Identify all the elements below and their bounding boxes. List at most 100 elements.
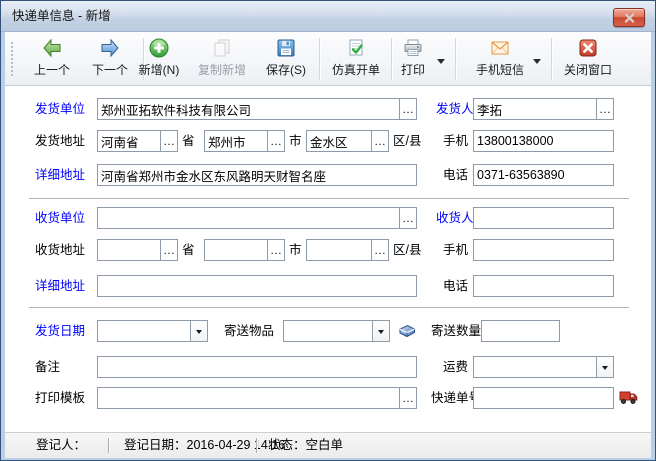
close-window-icon	[577, 36, 599, 60]
qty-label: 寄送数量	[431, 320, 481, 342]
simulate-check-icon	[345, 36, 367, 60]
sender-city-picker-button[interactable]: …	[267, 131, 284, 151]
receiver-person-label: 收货人	[436, 207, 474, 229]
regdate-label: 登记日期：	[124, 438, 187, 452]
receiver-unit-picker-button[interactable]: …	[399, 208, 416, 228]
freight-input[interactable]	[474, 357, 596, 377]
close-button[interactable]	[613, 8, 645, 27]
sender-person-input[interactable]	[474, 99, 596, 119]
close-icon	[624, 13, 635, 23]
save-icon	[275, 36, 297, 60]
print-dropdown-arrow[interactable]	[437, 59, 445, 68]
ship-date-input[interactable]	[98, 321, 190, 341]
new-button[interactable]: 新增(N)	[131, 36, 187, 83]
toolbar-separator	[455, 38, 456, 80]
sender-unit-picker-button[interactable]: …	[399, 99, 416, 119]
toolbar-separator	[391, 38, 392, 80]
registrant-label: 登记人：	[36, 438, 86, 452]
window-title: 快递单信息 - 新增	[12, 1, 111, 31]
receiver-unit-field: …	[97, 207, 417, 229]
sender-unit-input[interactable]	[98, 99, 399, 119]
toolbar-grip[interactable]	[11, 42, 13, 78]
print-template-input[interactable]	[98, 388, 399, 408]
receiver-district-input[interactable]	[307, 240, 371, 260]
arrow-left-icon	[41, 36, 63, 60]
sms-envelope-icon	[489, 36, 511, 60]
tracking-input[interactable]	[474, 388, 613, 408]
province-suffix-label: 省	[182, 130, 195, 152]
sender-district-picker-button[interactable]: …	[371, 131, 388, 151]
close-window-button[interactable]: 关闭窗口	[557, 36, 619, 83]
simulate-billing-button[interactable]: 仿真开单	[325, 36, 387, 83]
sender-unit-label: 发货单位	[35, 98, 85, 120]
sender-phone-field	[473, 164, 614, 186]
receiver-province-input[interactable]	[98, 240, 160, 260]
add-icon	[148, 36, 170, 60]
receiver-detail-label: 详细地址	[35, 275, 85, 297]
previous-button[interactable]: 上一个	[23, 36, 81, 83]
form-area: 发货单位 … 发货人 … 发货地址 … 省 … 市 … 区/县 手机	[5, 86, 651, 432]
section-separator	[29, 307, 629, 308]
items-dropdown-button[interactable]	[372, 321, 389, 341]
sender-mobile-input[interactable]	[474, 131, 613, 151]
state-value: 空白单	[306, 438, 344, 452]
receiver-mobile-input[interactable]	[474, 240, 613, 260]
sender-city-input[interactable]	[205, 131, 267, 151]
receiver-district-picker-button[interactable]: …	[371, 240, 388, 260]
receiver-mobile-field	[473, 239, 614, 261]
fetch-tracking-button[interactable]	[619, 389, 639, 406]
sender-phone-label: 电话	[443, 164, 468, 186]
print-button[interactable]: 打印	[393, 36, 433, 83]
receiver-unit-input[interactable]	[98, 208, 399, 228]
sender-mobile-field	[473, 130, 614, 152]
sender-unit-field: …	[97, 98, 417, 120]
receiver-province-picker-button[interactable]: …	[160, 240, 177, 260]
statusbar: 登记人： 登记日期：2016-04-29 14:16 状态：空白单	[5, 432, 651, 458]
receiver-unit-label: 收货单位	[35, 207, 85, 229]
receiver-city-input[interactable]	[205, 240, 267, 260]
sender-person-picker-button[interactable]: …	[596, 99, 613, 119]
regdate-status: 登记日期：2016-04-29 14:16	[124, 433, 285, 458]
receiver-address-label: 收货地址	[35, 239, 85, 261]
sender-phone-input[interactable]	[474, 165, 613, 185]
qty-input[interactable]	[482, 321, 559, 341]
ship-date-dropdown-button[interactable]	[190, 321, 207, 341]
items-catalog-button[interactable]	[397, 321, 417, 341]
receiver-phone-field	[473, 275, 614, 297]
receiver-detail-input[interactable]	[98, 276, 416, 296]
district-suffix-label: 区/县	[393, 130, 421, 152]
freight-label: 运费	[443, 356, 468, 378]
sender-district-field: …	[306, 130, 389, 152]
next-label: 下一个	[92, 61, 128, 78]
province-suffix-label: 省	[182, 239, 195, 261]
district-suffix-label: 区/县	[393, 239, 421, 261]
items-input[interactable]	[284, 321, 372, 341]
print-template-picker-button[interactable]: …	[399, 388, 416, 408]
sender-province-input[interactable]	[98, 131, 160, 151]
receiver-city-field: …	[204, 239, 285, 261]
new-label: 新增(N)	[139, 61, 180, 78]
save-button[interactable]: 保存(S)	[257, 36, 315, 83]
close-window-label: 关闭窗口	[564, 61, 612, 78]
printer-icon	[402, 36, 424, 60]
sender-detail-field	[97, 164, 417, 186]
sender-person-field: …	[473, 98, 614, 120]
sender-address-label: 发货地址	[35, 130, 85, 152]
sender-mobile-label: 手机	[443, 130, 468, 152]
receiver-phone-input[interactable]	[474, 276, 613, 296]
save-label: 保存(S)	[266, 61, 306, 78]
chevron-down-icon	[196, 330, 202, 337]
sender-province-picker-button[interactable]: …	[160, 131, 177, 151]
qty-field	[481, 320, 560, 342]
notes-input[interactable]	[98, 357, 416, 377]
titlebar: 快递单信息 - 新增	[1, 1, 655, 32]
sms-button[interactable]: 手机短信	[469, 36, 531, 83]
receiver-person-input[interactable]	[474, 208, 613, 228]
receiver-city-picker-button[interactable]: …	[267, 240, 284, 260]
freight-dropdown-button[interactable]	[596, 357, 613, 377]
sender-detail-input[interactable]	[98, 165, 416, 185]
sender-district-input[interactable]	[307, 131, 371, 151]
sms-dropdown-arrow[interactable]	[533, 59, 541, 68]
sender-city-field: …	[204, 130, 285, 152]
notes-field	[97, 356, 417, 378]
